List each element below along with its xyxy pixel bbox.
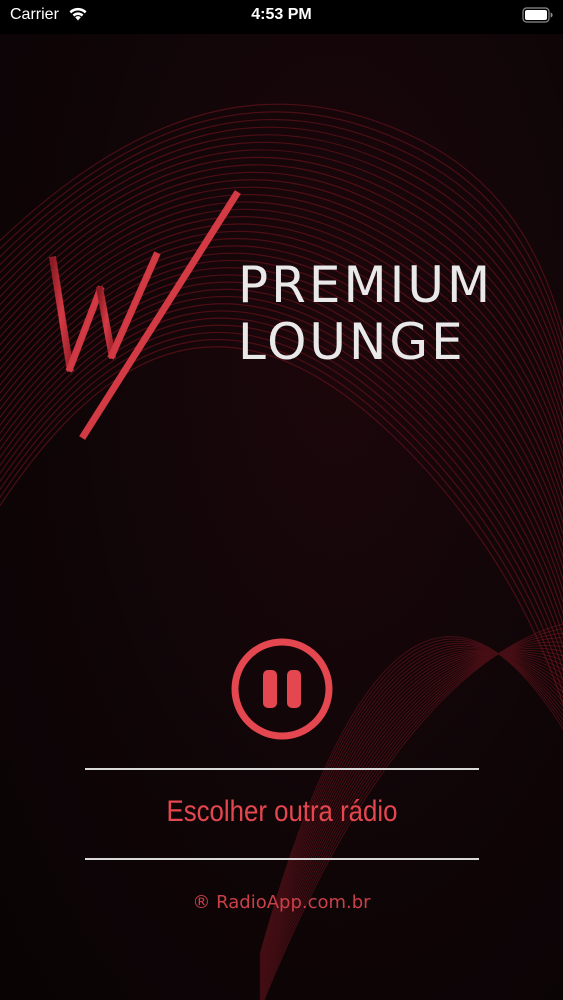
divider-top <box>85 768 479 770</box>
brand-logo: PREMIUM LOUNGE <box>48 190 518 440</box>
footer-credit-link[interactable]: ® RadioApp.com.br <box>0 892 563 913</box>
status-bar: Carrier 4:53 PM <box>0 0 563 34</box>
brand-name-line2: LOUNGE <box>238 313 466 371</box>
status-time: 4:53 PM <box>251 6 312 23</box>
background-waves <box>0 103 563 1000</box>
radio-app-screen: Carrier 4:53 PM PREMIUM LOUNGE Escolher … <box>0 0 563 1000</box>
pause-button-ring <box>231 638 333 740</box>
pause-button[interactable] <box>230 637 334 741</box>
w-slash-logo <box>48 190 241 440</box>
divider-bottom <box>85 858 479 860</box>
pause-icon <box>263 670 301 708</box>
choose-other-radio-button[interactable]: Escolher outra rádio <box>113 795 452 829</box>
brand-name-line1: PREMIUM <box>238 256 494 314</box>
battery-full-icon <box>522 7 553 23</box>
